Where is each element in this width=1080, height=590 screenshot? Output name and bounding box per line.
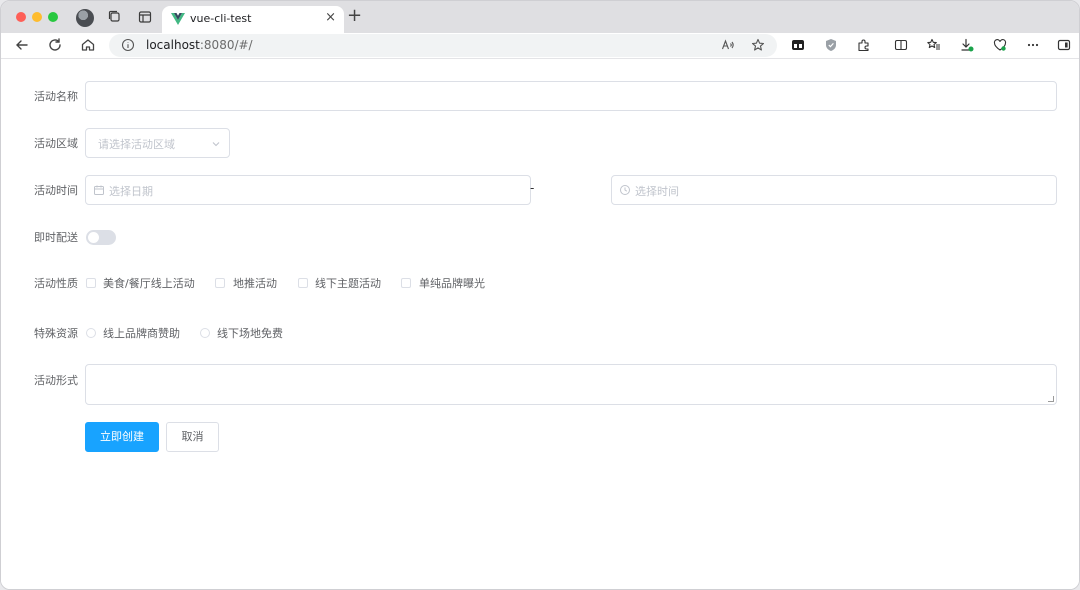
favorite-star-icon[interactable] [751,38,765,52]
checkbox-label-type-1[interactable]: 地推活动 [233,275,277,291]
tab-close-icon[interactable]: × [325,11,336,25]
checkbox-type-0[interactable] [86,278,96,288]
more-menu-icon[interactable] [1026,38,1040,52]
checkbox-label-type-2[interactable]: 线下主题活动 [315,275,381,291]
checkbox-label-type-0[interactable]: 美食/餐厅线上活动 [103,275,195,291]
new-tab-icon[interactable]: + [347,7,362,25]
checkbox-type-3[interactable] [401,278,411,288]
checkbox-type-1[interactable] [215,278,225,288]
collections-icon[interactable] [108,10,122,24]
activity-time-label: 活动时间 [34,184,78,197]
read-aloud-icon[interactable] [721,38,735,52]
sidebar-toggle-icon[interactable] [1057,38,1071,52]
tab-actions-icon[interactable] [138,10,152,24]
instant-delivery-switch[interactable] [86,230,116,245]
profile-avatar[interactable] [76,9,94,27]
clock-icon [619,184,631,196]
radio-resource-0[interactable] [86,328,96,338]
activity-type-label: 活动性质 [34,277,78,290]
activity-name-input[interactable] [85,81,1057,111]
create-button[interactable]: 立即创建 [85,422,159,452]
maximize-window-button[interactable] [48,12,58,22]
home-icon[interactable] [80,37,96,53]
favorites-list-icon[interactable] [927,38,941,52]
vue-logo-icon [171,12,185,26]
back-arrow-icon[interactable] [14,37,30,53]
browser-window: vue-cli-test × + localhost:8080/#/ 活动名称 … [0,0,1080,590]
checkbox-label-type-3[interactable]: 单纯品牌曝光 [419,275,485,291]
time-placeholder: 选择时间 [635,185,679,198]
region-placeholder: 请选择活动区域 [98,138,175,151]
minimize-window-button[interactable] [32,12,42,22]
checkbox-type-2[interactable] [298,278,308,288]
reload-icon[interactable] [47,37,63,53]
cancel-button[interactable]: 取消 [166,422,219,452]
activity-form-textarea[interactable] [85,364,1057,405]
tab-active[interactable]: vue-cli-test × [162,6,344,33]
radio-label-resource-0[interactable]: 线上品牌商赞助 [103,325,180,341]
performance-icon[interactable] [993,38,1007,52]
chevron-down-icon [210,138,222,150]
activity-region-select[interactable]: 请选择活动区域 [85,128,230,158]
shield-icon[interactable] [824,38,838,52]
site-info-icon[interactable] [121,38,135,52]
special-resource-label: 特殊资源 [34,327,78,340]
address-url: localhost:8080/#/ [146,38,253,52]
activity-form-label: 活动形式 [34,374,78,387]
split-screen-icon[interactable] [894,38,908,52]
extension-app-icon[interactable] [791,38,805,52]
date-time-separator: - [530,181,535,195]
extensions-puzzle-icon[interactable] [857,38,871,52]
activity-name-label: 活动名称 [34,90,78,103]
date-placeholder: 选择日期 [109,185,153,198]
close-window-button[interactable] [16,12,26,22]
time-picker-input[interactable]: 选择时间 [611,175,1057,205]
radio-label-resource-1[interactable]: 线下场地免费 [217,325,283,341]
calendar-icon [93,184,105,196]
page-content: 活动名称 活动区域 请选择活动区域 活动时间 选择日期 - 选择时间 即时配送 [1,59,1079,589]
radio-resource-1[interactable] [200,328,210,338]
switch-knob [88,232,99,243]
browser-toolbar: localhost:8080/#/ [1,33,1079,59]
activity-region-label: 活动区域 [34,137,78,150]
address-bar[interactable]: localhost:8080/#/ [109,34,777,57]
tab-strip: vue-cli-test × + [1,1,1079,33]
tab-title: vue-cli-test [190,12,252,25]
downloads-icon[interactable] [960,38,974,52]
date-picker-input[interactable]: 选择日期 [85,175,531,205]
resize-handle[interactable] [1048,396,1054,402]
instant-delivery-label: 即时配送 [34,231,78,244]
